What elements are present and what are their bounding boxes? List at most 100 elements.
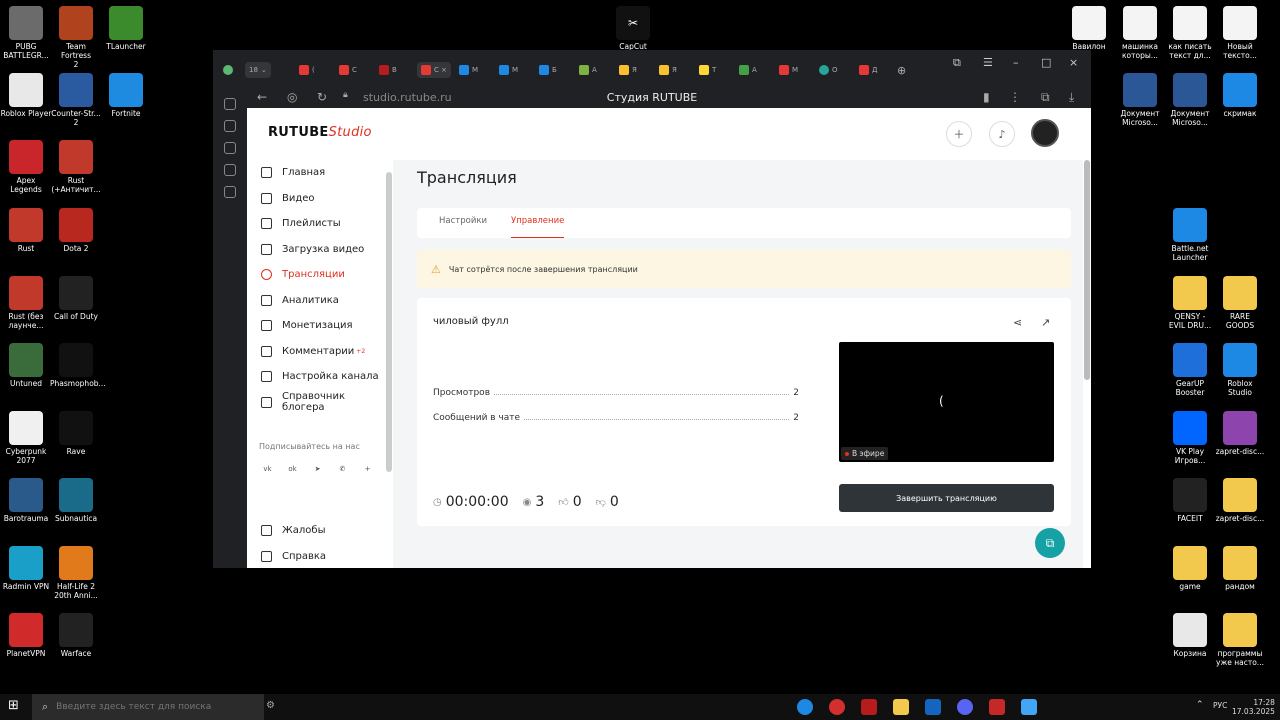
tab[interactable]: О — [819, 62, 838, 78]
desktop-icon[interactable]: PlanetVPN — [0, 613, 52, 658]
collections-icon[interactable]: ⧉ — [1041, 90, 1050, 105]
rutube-app-icon[interactable] — [861, 699, 877, 715]
desktop-icon[interactable]: Counter-Str... 2 — [50, 73, 102, 127]
desktop-icon[interactable]: zapret-disc... — [1214, 411, 1266, 456]
vk-icon[interactable]: vk — [259, 460, 276, 477]
screenshot-icon[interactable] — [223, 186, 236, 198]
desktop-icon[interactable]: Call of Duty — [50, 276, 102, 321]
sidebar-item[interactable]: Справка — [247, 544, 385, 569]
menu-icon[interactable]: ☰ — [983, 56, 993, 69]
desktop-icon-capcut[interactable]: ✂ CapCut — [607, 6, 659, 51]
desktop-icon[interactable]: Cyberpunk 2077 — [0, 411, 52, 465]
desktop-icon[interactable]: RARE GOODS — [1214, 276, 1266, 330]
avatar[interactable] — [1031, 119, 1059, 147]
desktop-icon[interactable]: как писать текст дл... — [1164, 6, 1216, 60]
sidebar-item[interactable]: Загрузка видео — [247, 237, 385, 263]
desktop-icon[interactable]: Вавилон — [1063, 6, 1115, 51]
tab[interactable]: А — [579, 62, 597, 78]
tab-management[interactable]: Управление — [511, 208, 565, 238]
tab[interactable]: Б — [539, 62, 557, 78]
desktop-icon[interactable]: QENSY - EVIL DRU... — [1164, 276, 1216, 330]
calendar-icon[interactable] — [223, 164, 236, 176]
tab[interactable]: М — [779, 62, 798, 78]
support-chat-button[interactable]: ⧉ — [1035, 528, 1065, 558]
file-explorer-icon[interactable] — [893, 699, 909, 715]
browser-logo-icon[interactable] — [223, 62, 233, 78]
tab[interactable]: Д — [859, 62, 877, 78]
desktop-icon[interactable]: Dota 2 — [50, 208, 102, 253]
desktop-icon[interactable]: Fortnite — [100, 73, 152, 118]
desktop-icon[interactable]: Half-Life 2 20th Anni... — [50, 546, 102, 600]
desktop-icon[interactable]: Warface — [50, 613, 102, 658]
desktop-icon[interactable]: PUBG BATTLEGR... — [0, 6, 52, 60]
telegram-icon[interactable]: ➤ — [309, 460, 326, 477]
desktop-icon[interactable]: Phasmophob... — [50, 343, 106, 388]
desktop-icon[interactable]: Новый тексто... — [1214, 6, 1266, 60]
desktop-icon[interactable]: VK Play Игров... — [1164, 411, 1216, 465]
collections-icon[interactable] — [223, 120, 236, 132]
settings-icon[interactable]: ⚙ — [266, 700, 275, 711]
notifications-bell-icon[interactable]: ♪ — [989, 121, 1015, 147]
add-video-button[interactable]: ＋ — [946, 121, 972, 147]
close-icon[interactable]: × — [1069, 56, 1078, 69]
tab[interactable]: В — [379, 62, 397, 78]
sidebar-item[interactable]: Монетизация — [247, 313, 385, 339]
tab[interactable]: Я — [619, 62, 637, 78]
desktop-icon[interactable]: Apex Legends — [0, 140, 52, 194]
desktop-icon[interactable]: game — [1164, 546, 1216, 591]
desktop-icon[interactable]: Rave — [50, 411, 102, 456]
desktop-icon[interactable]: Roblox Player — [0, 73, 52, 118]
desktop-icon[interactable]: Rust (+Античит... — [50, 140, 102, 194]
tab[interactable]: ( — [299, 62, 315, 78]
tab-settings[interactable]: Настройки — [439, 208, 487, 238]
download-icon[interactable]: ⤓ — [1069, 90, 1074, 105]
sidebar-item[interactable]: Комментарии +2 — [247, 339, 385, 365]
app-icon[interactable] — [1021, 699, 1037, 715]
language-indicator[interactable]: РУС — [1213, 701, 1227, 710]
tab-active[interactable]: С × — [417, 62, 451, 78]
tab[interactable]: С — [339, 62, 357, 78]
maximize-icon[interactable]: □ — [1041, 56, 1051, 69]
sidebar-item[interactable]: Справочник блогера — [247, 390, 385, 416]
desktop-icon[interactable]: Документ Microso... — [1114, 73, 1166, 127]
desktop-icon[interactable]: Rust — [0, 208, 52, 253]
desktop-icon[interactable]: программы уже насто... — [1214, 613, 1266, 667]
clock[interactable]: 17:28 17.03.2025 — [1232, 698, 1275, 716]
desktop-icon[interactable]: Barotrauma — [0, 478, 52, 523]
yandex-browser-icon[interactable] — [829, 699, 845, 715]
desktop-icon[interactable]: zapret-disc... — [1214, 478, 1266, 523]
desktop-icon[interactable]: рандом — [1214, 546, 1266, 591]
page-scrollbar[interactable] — [1083, 160, 1091, 568]
stream-preview[interactable]: ( В эфире — [839, 342, 1054, 462]
taskbar-search[interactable]: ⌕ — [32, 694, 264, 720]
sidebar-item[interactable]: Главная — [247, 160, 385, 186]
tab[interactable]: Т — [699, 62, 716, 78]
more-icon[interactable]: ⋮ — [1009, 90, 1021, 104]
open-external-icon[interactable]: ↗ — [1041, 316, 1050, 329]
desktop-icon[interactable]: Subnautica — [50, 478, 102, 523]
tab[interactable]: Я — [659, 62, 677, 78]
sidebar-item[interactable]: Плейлисты — [247, 211, 385, 237]
tabs-icon[interactable]: ⧉ — [953, 56, 961, 70]
bookmark-icon[interactable]: ▮ — [983, 90, 990, 104]
desktop-icon[interactable]: FACEIT — [1164, 478, 1216, 523]
history-icon[interactable] — [223, 98, 236, 110]
sidebar-scrollbar[interactable] — [385, 160, 393, 568]
play-icon[interactable] — [223, 142, 236, 154]
windows-start-icon[interactable]: ⊞ — [8, 699, 22, 713]
new-tab-button[interactable]: ⊕ — [897, 62, 906, 78]
sidebar-item[interactable]: Настройка канала — [247, 364, 385, 390]
desktop-icon[interactable]: Корзина — [1164, 613, 1216, 658]
sidebar-item[interactable]: Трансляции — [247, 262, 385, 288]
desktop-icon[interactable]: Radmin VPN — [0, 546, 52, 591]
sidebar-item[interactable]: Видео — [247, 186, 385, 212]
tab[interactable]: А — [739, 62, 757, 78]
discord-icon[interactable] — [957, 699, 973, 715]
capcut-taskbar-icon[interactable] — [925, 699, 941, 715]
desktop-icon[interactable]: Rust (без лаунче... — [0, 276, 52, 330]
viber-icon[interactable]: ✆ — [334, 460, 351, 477]
desktop-icon[interactable]: Untuned — [0, 343, 52, 388]
desktop-icon[interactable]: Roblox Studio — [1214, 343, 1266, 397]
search-input[interactable] — [56, 702, 257, 712]
tab[interactable]: М — [459, 62, 478, 78]
